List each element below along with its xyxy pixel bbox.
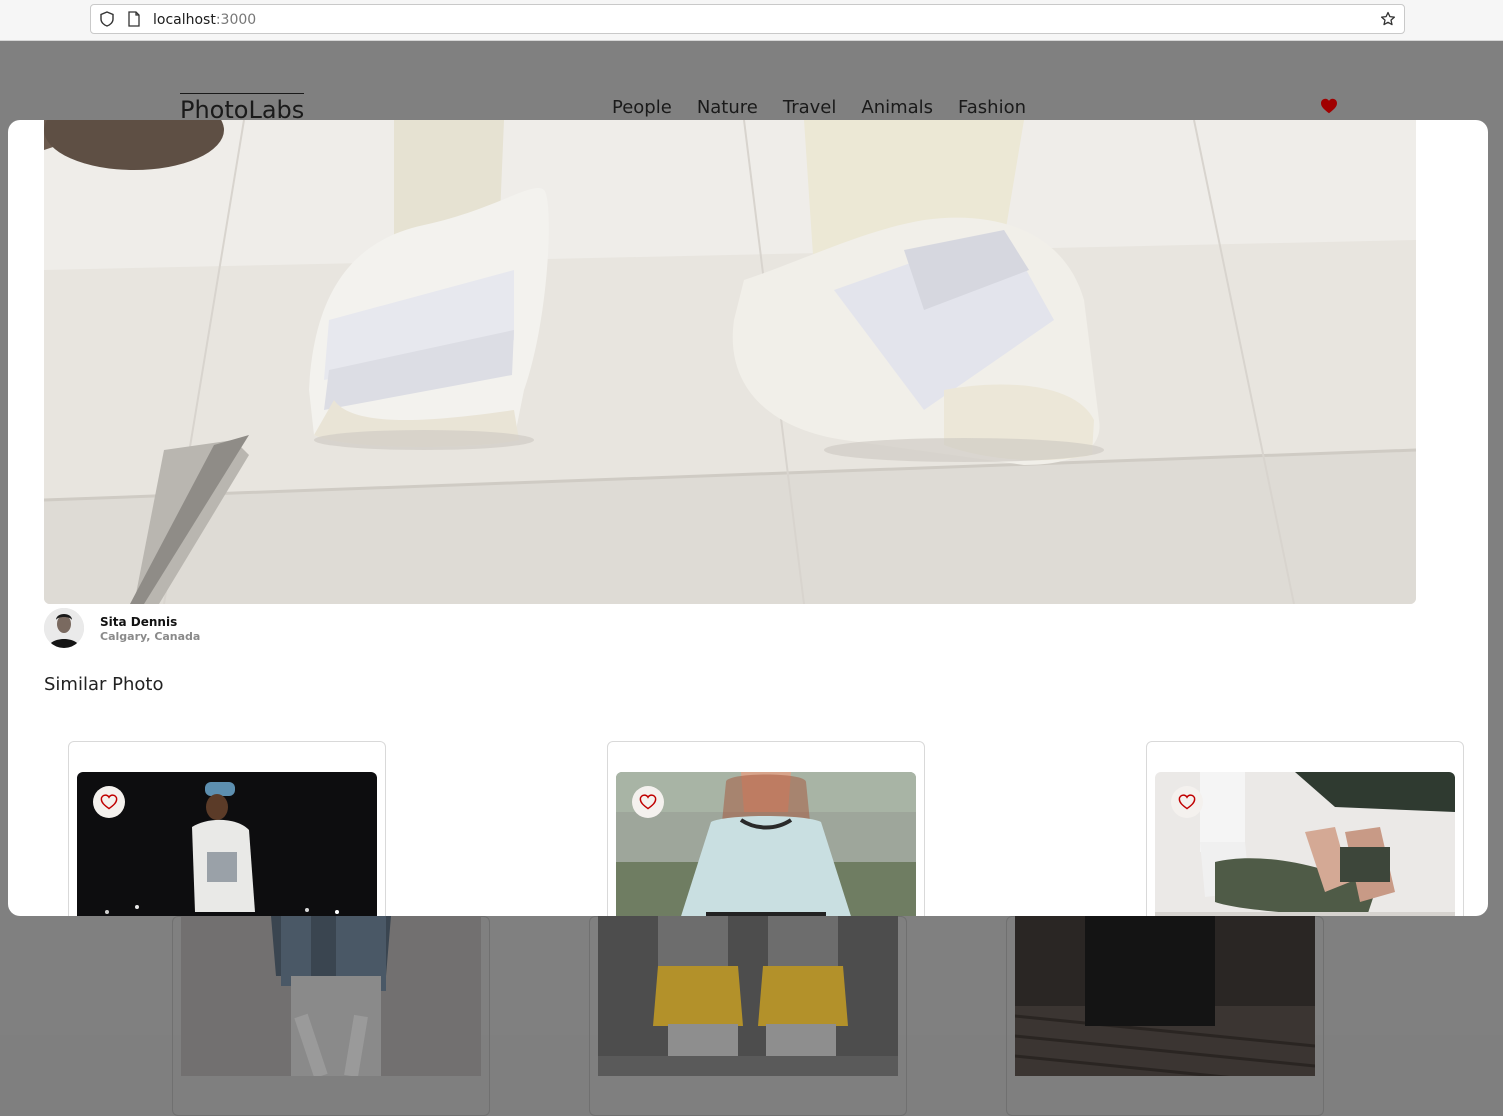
similar-photo-card[interactable] <box>607 741 925 916</box>
heart-outline-icon <box>1178 794 1196 810</box>
heart-outline-icon <box>639 794 657 810</box>
shield-icon <box>100 11 114 27</box>
heart-filled-icon[interactable] <box>1320 98 1338 114</box>
avatar <box>44 608 84 648</box>
browser-toolbar: localhost:3000 <box>0 0 1503 41</box>
heart-outline-icon <box>100 794 118 810</box>
topic-people[interactable]: People <box>612 97 672 118</box>
main-photo <box>44 120 1416 604</box>
similar-photo-card[interactable] <box>68 741 386 916</box>
url-text[interactable]: localhost:3000 <box>153 12 256 28</box>
favourite-button[interactable] <box>93 786 125 818</box>
topic-animals[interactable]: Animals <box>861 97 933 118</box>
topic-fashion[interactable]: Fashion <box>958 97 1026 118</box>
favourite-button[interactable] <box>1171 786 1203 818</box>
photo-details-modal: Sita Dennis Calgary, Canada Similar Phot… <box>8 120 1488 916</box>
user-location: Calgary, Canada <box>100 630 201 643</box>
similar-photo-card[interactable] <box>1146 741 1464 916</box>
photo-image <box>181 916 481 1076</box>
bookmark-star-icon[interactable] <box>1380 11 1396 27</box>
url-port: :3000 <box>215 12 257 28</box>
favourite-button[interactable] <box>632 786 664 818</box>
topic-travel[interactable]: Travel <box>783 97 837 118</box>
page-icon <box>128 11 140 27</box>
user-name: Sita Dennis <box>100 615 178 629</box>
similar-photos-heading: Similar Photo <box>44 674 164 695</box>
address-bar[interactable]: localhost:3000 <box>90 4 1405 34</box>
photo-image <box>1015 916 1315 1076</box>
topic-nature[interactable]: Nature <box>697 97 758 118</box>
topic-list: People Nature Travel Animals Fashion <box>612 97 1026 118</box>
url-host: localhost <box>153 12 216 28</box>
photo-image <box>598 916 898 1076</box>
